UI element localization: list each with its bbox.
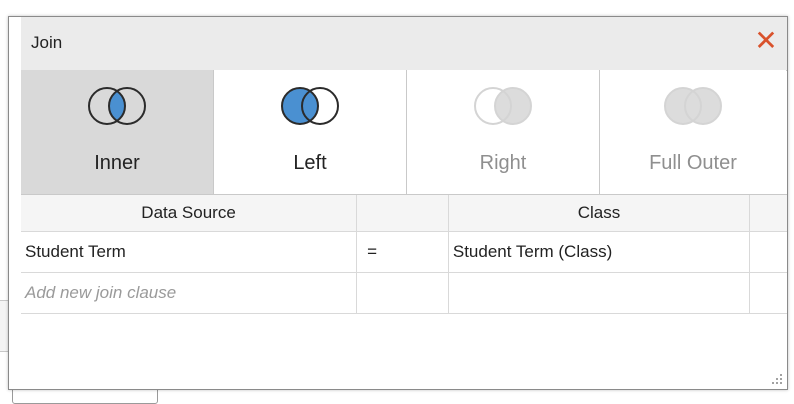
join-clause-row[interactable]: Student Term = Student Term (Class) xyxy=(21,232,787,273)
resize-grip-icon[interactable] xyxy=(771,373,783,385)
join-type-label: Inner xyxy=(94,152,140,174)
join-type-label: Left xyxy=(293,152,327,174)
dialog-title-bar[interactable]: Join ✕ xyxy=(21,17,787,71)
inner-join-icon xyxy=(88,87,146,125)
right-join-icon xyxy=(474,87,532,125)
header-data-source[interactable]: Data Source xyxy=(21,195,358,231)
join-clause-grid: Data Source Class Student Term = Student… xyxy=(21,195,787,314)
join-type-right[interactable]: Right xyxy=(407,70,600,194)
left-field-cell[interactable]: Student Term xyxy=(21,232,358,272)
grid-header-row: Data Source Class xyxy=(21,195,787,232)
add-join-clause-input[interactable]: Add new join clause xyxy=(21,273,358,313)
header-class[interactable]: Class xyxy=(449,195,751,231)
join-type-selector: Inner Left Right Full Outer xyxy=(21,70,787,195)
operator-cell[interactable]: = xyxy=(357,232,449,272)
join-type-inner[interactable]: Inner xyxy=(21,70,214,194)
right-field-cell[interactable]: Student Term (Class) xyxy=(449,232,751,272)
join-type-left[interactable]: Left xyxy=(214,70,407,194)
add-join-clause-row[interactable]: Add new join clause xyxy=(21,273,787,314)
join-type-label: Full Outer xyxy=(649,152,737,174)
close-icon[interactable]: ✕ xyxy=(753,27,779,55)
join-dialog: Join ✕ Inner Left Right Full Outer Data … xyxy=(8,16,788,390)
dialog-title: Join xyxy=(31,33,63,52)
row-extra-cell xyxy=(750,232,787,272)
header-extra xyxy=(750,195,787,231)
add-row-right-cell xyxy=(449,273,751,313)
header-operator xyxy=(357,195,449,231)
left-join-icon xyxy=(281,87,339,125)
join-type-label: Right xyxy=(479,152,527,174)
full-outer-join-icon xyxy=(664,87,722,125)
add-row-extra-cell xyxy=(750,273,787,313)
add-row-operator-cell xyxy=(357,273,449,313)
join-type-full-outer[interactable]: Full Outer xyxy=(600,70,786,194)
